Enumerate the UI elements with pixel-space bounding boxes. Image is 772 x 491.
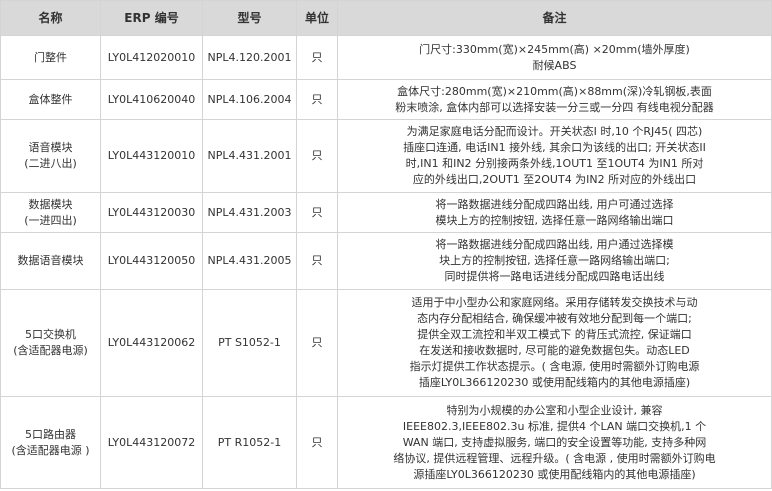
cell-unit: 只 [296,396,338,489]
name-line: (一进四出) [24,213,77,227]
note-line: 同时提供将一路电话进线分配成四路电话出线 [444,270,665,283]
cell-unit: 只 [296,232,338,290]
note-line: 将一路数据进线分配成四路出线, 用户可通过选择 [435,197,674,211]
cell-note: 适用于中小型办公和家庭网络。采用存储转发交换技术与动 态内存分配相结合, 确保缓… [337,289,772,397]
table-row: 门整件 LY0L412020010 NPL4.120.2001 只 门尺寸:33… [0,35,772,80]
name-line: 盒体整件 [28,92,73,106]
cell-name: 门整件 [0,35,101,80]
cell-name: 5口路由器 (含适配器电源 ) [0,396,101,489]
cell-model: PT S1052-1 [202,289,297,397]
table-row: 数据模块 (一进四出) LY0L443120030 NPL4.431.2003 … [0,192,772,233]
note-line: 应的外线出口,2OUT1 至2OUT4 为IN2 所对应的外线出口 [412,173,697,186]
note-line: 盒体尺寸:280mm(宽)×210mm(高)×88mm(深)冷轧钢板,表面 [397,84,712,98]
header-row: 名称 ERP 编号 型号 单位 备注 [0,0,772,36]
table-row: 盒体整件 LY0L410620040 NPL4.106.2004 只 盒体尺寸:… [0,79,772,120]
note-line: 粉末喷涂, 盒体内部可以选择安装一分三或一分四 有线电视分配器 [395,100,714,114]
cell-note: 特别为小规模的办公室和小型企业设计, 兼容 IEEE802.3,IEEE802.… [337,396,772,489]
name-line: 数据语音模块 [17,254,84,267]
table-row: 5口交换机 (含适配器电源) LY0L443120062 PT S1052-1 … [0,289,772,397]
cell-unit: 只 [296,35,338,80]
table-row: 语音模块 (二进八出) LY0L443120010 NPL4.431.2001 … [0,119,772,193]
header-erp: ERP 编号 [100,0,203,36]
cell-erp: LY0L443120050 [100,232,203,290]
cell-model: NPL4.106.2004 [202,79,297,120]
cell-erp: LY0L443120030 [100,192,203,233]
cell-unit: 只 [296,289,338,397]
table-row: 数据语音模块 LY0L443120050 NPL4.431.2005 只 将一路… [0,232,772,290]
note-line: 适用于中小型办公和家庭网络。采用存储转发交换技术与动 [411,296,698,309]
cell-unit: 只 [296,119,338,193]
note-line: WAN 端口, 支持虚拟服务, 端口的安全设置等功能, 支持多种网 [402,435,707,449]
note-line: 插座LY0L366120230 或使用配线箱内的其他电源插座) [418,376,691,389]
note-line: 态内存分配相结合, 确保缓冲被有效地分配到每一个端口; [417,312,692,325]
cell-model: NPL4.431.2001 [202,119,297,193]
name-line: 5口路由器 [25,427,76,441]
note-line: 耐候ABS [532,58,577,72]
cell-name: 语音模块 (二进八出) [0,119,101,193]
note-line: 为满足家庭电话分配而设计。开关状态I 时,10 个RJ45( 四芯) [406,125,703,138]
cell-model: NPL4.120.2001 [202,35,297,80]
cell-name: 数据模块 (一进四出) [0,192,101,233]
cell-unit: 只 [296,192,338,233]
header-unit: 单位 [296,0,338,36]
header-model: 型号 [202,0,297,36]
note-line: 提供全双工流控和半双工模式下 的背压式流控, 保证端口 [417,328,692,341]
name-line: 门整件 [34,50,67,64]
header-name: 名称 [0,0,101,36]
cell-erp: LY0L443120062 [100,289,203,397]
cell-note: 盒体尺寸:280mm(宽)×210mm(高)×88mm(深)冷轧钢板,表面 粉末… [337,79,772,120]
name-line: 数据模块 [28,197,73,211]
note-line: IEEE802.3,IEEE802.3u 标准, 提供4 个LAN 端口交换机,… [402,419,707,433]
cell-model: NPL4.431.2003 [202,192,297,233]
cell-note: 将一路数据进线分配成四路出线, 用户可通过选择 模块上方的控制按钮, 选择任意一… [337,192,772,233]
cell-model: PT R1052-1 [202,396,297,489]
note-line: 门尺寸:330mm(宽)×245mm(高) ×20mm(墙外厚度) [419,42,690,56]
name-line: 语音模块 [28,141,73,154]
cell-erp: LY0L443120010 [100,119,203,193]
cell-erp: LY0L443120072 [100,396,203,489]
cell-note: 门尺寸:330mm(宽)×245mm(高) ×20mm(墙外厚度) 耐候ABS [337,35,772,80]
note-line: 指示灯提供工作状态提示。( 含电源, 使用时需额外订购电源 [409,360,700,373]
spec-table: 名称 ERP 编号 型号 单位 备注 门整件 LY0L412020010 NPL… [0,0,772,489]
name-line: (含适配器电源) [13,344,88,357]
cell-unit: 只 [296,79,338,120]
table-row: 5口路由器 (含适配器电源 ) LY0L443120072 PT R1052-1… [0,396,772,489]
note-line: 在发送和接收数据时, 尽可能的避免数据包失。动态LED [419,344,690,357]
note-line: 块上方的控制按钮, 选择任意一路网络输出端口; [439,254,670,267]
cell-note: 为满足家庭电话分配而设计。开关状态I 时,10 个RJ45( 四芯) 插座口连通… [337,119,772,193]
note-line: 时,IN1 和IN2 分别接两条外线,1OUT1 至1OUT4 为IN1 所对 [405,157,704,170]
cell-name: 5口交换机 (含适配器电源) [0,289,101,397]
header-note: 备注 [337,0,772,36]
note-line: 络协议, 提供远程管理、远程升级。( 含电源 , 使用时需额外订购电 [393,451,716,465]
cell-erp: LY0L412020010 [100,35,203,80]
cell-model: NPL4.431.2005 [202,232,297,290]
note-line: 插座口连通, 电话IN1 接外线, 其余口为该线的出口; 开关状态II [403,141,706,154]
name-line: 5口交换机 [25,328,76,341]
name-line: (含适配器电源 ) [11,443,90,457]
cell-note: 将一路数据进线分配成四路出线, 用户通过选择模 块上方的控制按钮, 选择任意一路… [337,232,772,290]
note-line: 源插座LY0L366120230 或使用配线箱内的其他电源插座) [413,467,696,481]
note-line: 特别为小规模的办公室和小型企业设计, 兼容 [446,403,663,417]
cell-name: 盒体整件 [0,79,101,120]
cell-erp: LY0L410620040 [100,79,203,120]
cell-name: 数据语音模块 [0,232,101,290]
name-line: (二进八出) [24,157,77,170]
note-line: 模块上方的控制按钮, 选择任意一路网络输出端口 [435,213,674,227]
note-line: 将一路数据进线分配成四路出线, 用户通过选择模 [435,238,674,251]
